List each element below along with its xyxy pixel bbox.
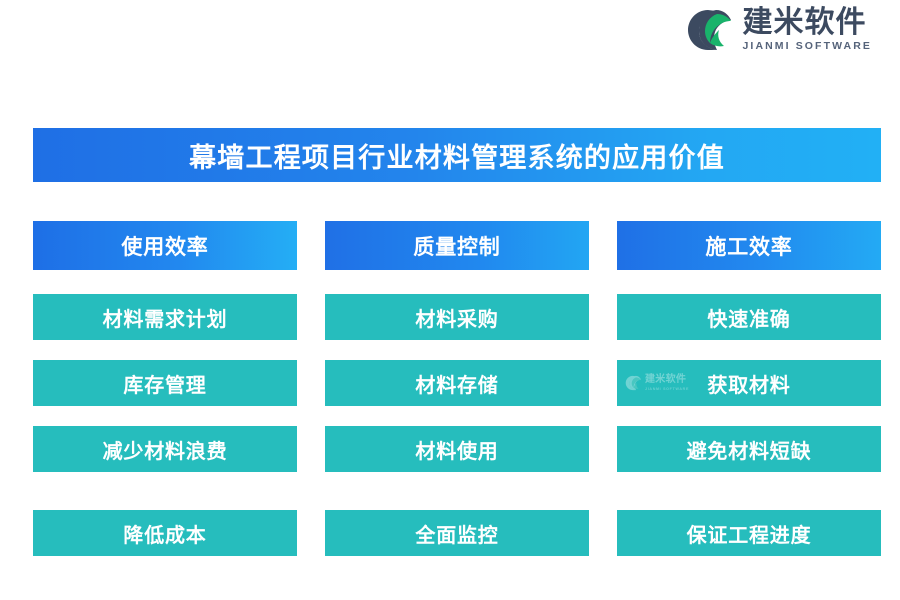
category-header-label: 质量控制 xyxy=(413,234,501,259)
category-footer-row: 降低成本 全面监控 保证工程进度 xyxy=(33,510,881,556)
category-item-row: 材料需求计划 材料采购 快速准确 xyxy=(33,294,881,340)
brand-name-en: JIANMI SOFTWARE xyxy=(742,40,872,53)
category-footer-card[interactable]: 保证工程进度 xyxy=(617,510,881,556)
category-footer-label: 全面监控 xyxy=(415,522,499,547)
category-footer-card[interactable]: 全面监控 xyxy=(325,510,589,556)
page-title: 幕墙工程项目行业材料管理系统的应用价值 xyxy=(189,142,725,174)
category-item-card[interactable]: 避免材料短缺 xyxy=(617,426,881,472)
category-item-label: 材料采购 xyxy=(415,306,499,331)
category-header-card-3[interactable]: 施工效率 xyxy=(617,221,881,270)
category-item-card[interactable]: 材料存储 xyxy=(325,360,589,406)
category-header-card-2[interactable]: 质量控制 xyxy=(325,221,589,270)
category-footer-card[interactable]: 降低成本 xyxy=(33,510,297,556)
category-item-card[interactable]: 材料使用 xyxy=(325,426,589,472)
watermark-text-block: 建米软件 JIANMI SOFTWARE xyxy=(645,375,689,391)
category-header-card-1[interactable]: 使用效率 xyxy=(33,221,297,270)
brand-header: 建米软件 JIANMI SOFTWARE xyxy=(480,0,900,60)
category-header-row: 使用效率 质量控制 施工效率 xyxy=(33,221,881,270)
category-item-label: 库存管理 xyxy=(123,372,207,397)
category-item-card[interactable]: 库存管理 xyxy=(33,360,297,406)
category-item-row: 减少材料浪费 材料使用 避免材料短缺 xyxy=(33,426,881,472)
category-item-card[interactable]: 建米软件 JIANMI SOFTWARE 获取材料 xyxy=(617,360,881,406)
category-item-label: 获取材料 xyxy=(707,372,791,397)
watermark-name-en: JIANMI SOFTWARE xyxy=(645,386,690,391)
category-item-label: 快速准确 xyxy=(707,306,791,331)
category-header-label: 施工效率 xyxy=(705,234,793,259)
category-item-card[interactable]: 快速准确 xyxy=(617,294,881,340)
page-title-banner: 幕墙工程项目行业材料管理系统的应用价值 xyxy=(33,128,881,182)
brand-text-block: 建米软件 JIANMI SOFTWARE xyxy=(742,4,872,53)
category-item-label: 材料需求计划 xyxy=(102,306,228,331)
category-item-row: 库存管理 材料存储 建米软件 JIANMI SOFTWARE 获取材料 xyxy=(33,360,881,406)
jianmi-leaf-watermark-icon xyxy=(625,375,641,391)
brand-watermark: 建米软件 JIANMI SOFTWARE xyxy=(625,375,689,391)
category-item-label: 材料使用 xyxy=(415,438,499,463)
category-item-card[interactable]: 材料采购 xyxy=(325,294,589,340)
jianmi-leaf-logo-icon xyxy=(688,10,732,50)
category-grid: 使用效率 质量控制 施工效率 材料需求计划 材料采购 快速准确 库存管理 材料存… xyxy=(33,221,881,556)
watermark-name-cn: 建米软件 xyxy=(645,374,687,386)
category-header-label: 使用效率 xyxy=(121,234,209,259)
category-footer-label: 保证工程进度 xyxy=(686,522,812,547)
brand-name-cn: 建米软件 xyxy=(742,4,867,40)
category-footer-label: 降低成本 xyxy=(123,522,207,547)
category-item-label: 材料存储 xyxy=(415,372,499,397)
category-item-card[interactable]: 材料需求计划 xyxy=(33,294,297,340)
category-item-label: 减少材料浪费 xyxy=(102,438,228,463)
category-item-label: 避免材料短缺 xyxy=(686,438,812,463)
category-item-card[interactable]: 减少材料浪费 xyxy=(33,426,297,472)
